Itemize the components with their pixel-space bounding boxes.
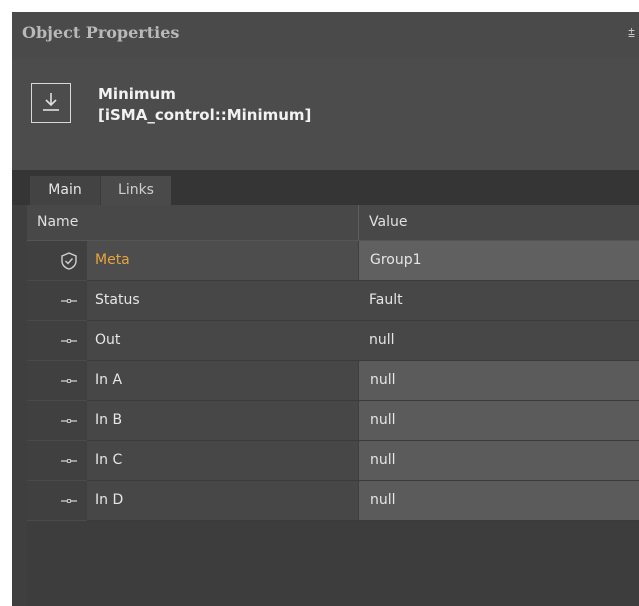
property-value[interactable]: null — [358, 401, 639, 441]
panel-titlebar: Object Properties ⩲ — [12, 12, 639, 58]
column-header-name[interactable]: Name — [37, 205, 78, 240]
row-icon-cell — [27, 321, 87, 361]
property-value[interactable]: null — [358, 441, 639, 481]
property-value[interactable]: null — [358, 361, 639, 401]
row-icon-cell — [27, 481, 87, 521]
property-value[interactable]: Group1 — [358, 241, 639, 281]
slot-connector-icon — [61, 339, 77, 343]
object-name: Minimum — [98, 85, 176, 103]
download-icon — [31, 83, 71, 123]
tab-main[interactable]: Main — [30, 176, 100, 205]
property-name: Meta — [87, 241, 358, 281]
property-grid: Name Value Meta Group1 Status Fault Out … — [27, 205, 639, 606]
column-header-value[interactable]: Value — [369, 205, 407, 240]
slot-connector-icon — [61, 379, 77, 383]
property-name: In D — [87, 481, 358, 521]
property-row-in-b[interactable]: In B null — [27, 401, 639, 441]
property-name: In C — [87, 441, 358, 481]
property-name: Out — [87, 321, 358, 361]
property-name: Status — [87, 281, 358, 321]
row-icon-cell — [27, 281, 87, 321]
property-row-in-c[interactable]: In C null — [27, 441, 639, 481]
pin-icon[interactable]: ⩲ — [628, 26, 635, 41]
property-row-in-d[interactable]: In D null — [27, 481, 639, 521]
slot-connector-icon — [61, 419, 77, 423]
slot-connector-icon — [61, 499, 77, 503]
grid-header: Name Value — [27, 205, 639, 241]
shield-check-icon — [61, 252, 77, 270]
object-header: Minimum [iSMA_control::Minimum] — [12, 58, 639, 170]
object-type: [iSMA_control::Minimum] — [98, 106, 312, 124]
panel-title: Object Properties — [22, 23, 180, 42]
property-value: Fault — [358, 281, 639, 321]
row-icon-cell — [27, 401, 87, 441]
object-properties-panel: Object Properties ⩲ Minimum [iSMA_contro… — [12, 12, 639, 606]
row-icon-cell — [27, 241, 87, 281]
slot-connector-icon — [61, 459, 77, 463]
property-row-in-a[interactable]: In A null — [27, 361, 639, 401]
column-divider[interactable] — [358, 205, 359, 240]
property-row-meta[interactable]: Meta Group1 — [27, 241, 639, 281]
property-value[interactable]: null — [358, 481, 639, 521]
row-icon-cell — [27, 361, 87, 401]
slot-connector-icon — [61, 299, 77, 303]
property-value: null — [358, 321, 639, 361]
tab-links[interactable]: Links — [100, 176, 171, 205]
property-row-status[interactable]: Status Fault — [27, 281, 639, 321]
row-icon-cell — [27, 441, 87, 481]
property-name: In B — [87, 401, 358, 441]
property-name: In A — [87, 361, 358, 401]
tab-bar: Main Links — [12, 170, 639, 205]
property-row-out[interactable]: Out null — [27, 321, 639, 361]
